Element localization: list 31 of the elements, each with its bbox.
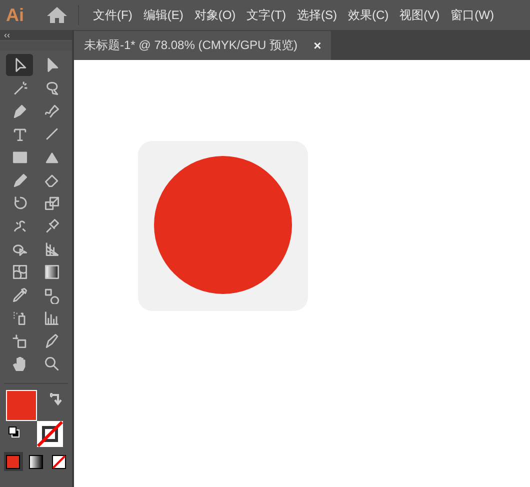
pen-icon: [42, 102, 60, 120]
eyedropper-icon: [10, 286, 28, 304]
menu-item[interactable]: 选择(S): [296, 6, 337, 24]
blend-icon: [42, 286, 60, 304]
gradient-mode-button[interactable]: [26, 452, 46, 471]
arrow-tool-button[interactable]: [6, 54, 33, 76]
document-tab[interactable]: 未标题-1* @ 78.08% (CMYK/GPU 预览) ×: [74, 31, 332, 60]
color-mode-button[interactable]: [4, 452, 23, 471]
artboard-icon: [10, 332, 28, 350]
fill-swatch[interactable]: [6, 390, 37, 421]
close-button[interactable]: ×: [314, 38, 322, 53]
bar-chart-icon: [42, 309, 60, 327]
menu-item[interactable]: 窗口(W): [450, 6, 494, 24]
swap-arrow-icon[interactable]: [50, 393, 62, 407]
menu-item[interactable]: 文件(F): [93, 6, 132, 24]
stroke-swatch[interactable]: [37, 421, 63, 447]
gradient-icon: [42, 263, 60, 281]
menu-item[interactable]: 视图(V): [400, 6, 440, 24]
collapse-button[interactable]: ‹‹: [0, 30, 10, 40]
menu-item[interactable]: 效果(C): [348, 6, 389, 24]
mesh-icon: [10, 263, 28, 281]
zoom-icon: [42, 355, 60, 373]
menu-item[interactable]: 编辑(E): [143, 6, 184, 24]
home-icon[interactable]: [46, 6, 68, 24]
menu-item[interactable]: 对象(O): [194, 6, 236, 24]
menu-item[interactable]: 文字(T): [246, 6, 286, 24]
none-mode-button[interactable]: [49, 452, 68, 471]
app-logo: Ai: [6, 4, 25, 26]
default-colors-icon[interactable]: [8, 426, 20, 438]
tab-title: 未标题-1* @ 78.08% (CMYK/GPU 预览): [84, 37, 298, 54]
scale-icon: [42, 194, 60, 212]
